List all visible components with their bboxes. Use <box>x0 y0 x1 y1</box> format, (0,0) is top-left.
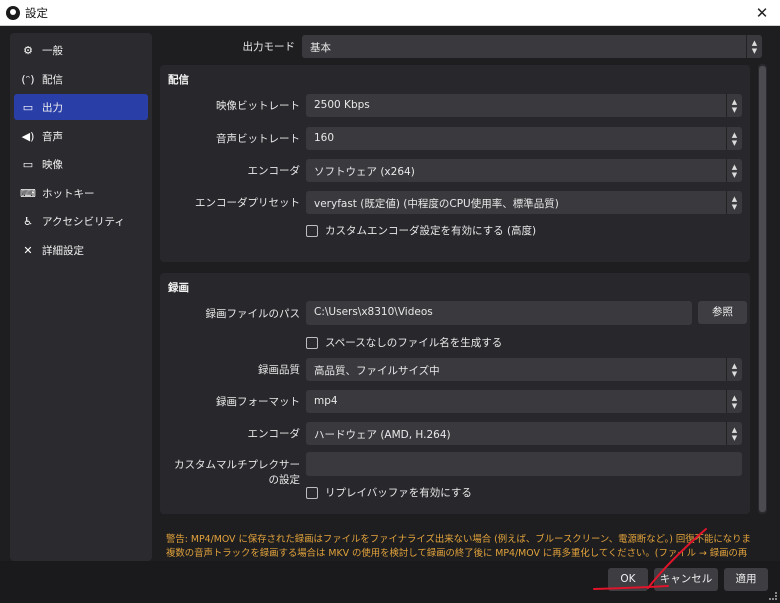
custom-muxer-label: カスタムマルチプレクサーの設定 <box>174 459 300 486</box>
recording-format-label: 録画フォーマット <box>216 396 300 408</box>
recording-group-title: 録画 <box>168 282 189 294</box>
video-bitrate-label: 映像ビットレート <box>216 100 300 112</box>
output-icon: ▭ <box>22 100 34 114</box>
accessibility-icon: ♿ <box>23 214 33 228</box>
speaker-icon: ◀) <box>21 129 35 143</box>
recording-path-label: 録画ファイルのパス <box>205 308 301 320</box>
sidebar-item-label: ホットキー <box>42 187 95 200</box>
sidebar-item-accessibility[interactable]: ♿ アクセシビリティ <box>14 208 148 234</box>
chevron-updown-icon: ▲ ▼ <box>746 35 762 58</box>
sidebar-item-audio[interactable]: ◀) 音声 <box>14 123 148 149</box>
spin-arrows-icon[interactable]: ▲ ▼ <box>726 94 742 117</box>
warning-line-2: 複数の音声トラックを録画する場合は MKV の使用を検討して録画の終了後に MP… <box>166 548 748 559</box>
sidebar-item-label: 音声 <box>42 130 63 143</box>
sidebar-item-hotkeys[interactable]: ⌨ ホットキー <box>14 180 148 206</box>
stream-encoder-value: ソフトウェア (x264) <box>314 166 415 178</box>
chevron-updown-icon: ▲ ▼ <box>726 159 742 182</box>
obs-logo-icon <box>6 6 20 20</box>
recording-format-select[interactable]: mp4 ▲ ▼ <box>306 390 742 413</box>
custom-encoder-checkbox[interactable]: カスタムエンコーダ設定を有効にする (高度) <box>306 223 536 238</box>
encoder-preset-value: veryfast (既定値) (中程度のCPU使用率、標準品質) <box>314 198 559 210</box>
sidebar-item-label: アクセシビリティ <box>42 215 125 228</box>
recording-path-value: C:\Users\x8310\Videos <box>314 306 433 318</box>
output-mode-label: 出力モード <box>242 41 296 53</box>
content-scrollbar[interactable] <box>758 64 767 514</box>
streaming-group-title: 配信 <box>168 74 189 86</box>
sidebar-item-label: 一般 <box>42 44 63 57</box>
audio-bitrate-select[interactable]: 160 ▲ ▼ <box>306 127 742 150</box>
no-space-filename-checkbox-label: スペースなしのファイル名を生成する <box>325 337 503 349</box>
chevron-updown-icon: ▲ ▼ <box>726 422 742 445</box>
keyboard-icon: ⌨ <box>20 186 36 200</box>
sidebar-item-label: 映像 <box>42 158 63 171</box>
no-space-filename-checkbox[interactable]: スペースなしのファイル名を生成する <box>306 335 502 350</box>
sidebar-item-label: 出力 <box>42 101 63 114</box>
sidebar-item-output[interactable]: ▭ 出力 <box>14 94 148 120</box>
browse-button[interactable]: 参照 <box>698 301 747 324</box>
video-bitrate-spinbox[interactable]: 2500 Kbps ▲ ▼ <box>306 94 742 117</box>
settings-sidebar: ⚙ 一般 (ᵔ) 配信 ▭ 出力 ◀) 音声 ▭ 映像 ⌨ ホットキー ♿ アク… <box>10 33 152 561</box>
audio-bitrate-label: 音声ビットレート <box>216 133 300 145</box>
mp4-warning-text: 警告: MP4/MOV に保存された録画はファイルをファイナライズ出来ない場合 … <box>166 533 750 561</box>
recording-encoder-select[interactable]: ハードウェア (AMD, H.264) ▲ ▼ <box>306 422 742 445</box>
recording-encoder-value: ハードウェア (AMD, H.264) <box>314 429 451 441</box>
wrench-icon: ✕ <box>23 243 33 257</box>
replay-buffer-checkbox[interactable]: リプレイバッファを有効にする <box>306 485 472 500</box>
sidebar-item-label: 詳細設定 <box>42 244 84 257</box>
warning-line-1: 警告: MP4/MOV に保存された録画はファイルをファイナライズ出来ない場合 … <box>166 534 750 545</box>
broadcast-icon: (ᵔ) <box>21 72 35 86</box>
recording-encoder-label: エンコーダ <box>247 428 301 440</box>
chevron-updown-icon: ▲ ▼ <box>726 358 742 381</box>
replay-buffer-checkbox-label: リプレイバッファを有効にする <box>325 487 472 499</box>
audio-bitrate-value: 160 <box>314 132 335 144</box>
recording-quality-value: 高品質、ファイルサイズ中 <box>314 365 440 377</box>
chevron-updown-icon: ▲ ▼ <box>726 127 742 150</box>
resize-grip-icon[interactable] <box>769 592 777 600</box>
sidebar-item-video[interactable]: ▭ 映像 <box>14 151 148 177</box>
sidebar-item-label: 配信 <box>42 73 63 86</box>
checkbox-box[interactable] <box>306 336 318 349</box>
sidebar-item-stream[interactable]: (ᵔ) 配信 <box>14 66 148 92</box>
cancel-button[interactable]: キャンセル <box>654 568 718 591</box>
chevron-updown-icon: ▲ ▼ <box>726 390 742 413</box>
monitor-icon: ▭ <box>22 157 34 171</box>
video-bitrate-value: 2500 Kbps <box>314 99 370 111</box>
recording-quality-label: 録画品質 <box>258 364 300 376</box>
close-icon[interactable]: ✕ <box>744 0 780 26</box>
scrollbar-thumb[interactable] <box>759 66 766 512</box>
output-mode-value: 基本 <box>310 42 331 54</box>
window-title: 設定 <box>25 6 48 20</box>
chevron-updown-icon: ▲ ▼ <box>726 191 742 214</box>
output-mode-select[interactable]: 基本 ▲ ▼ <box>302 35 762 58</box>
recording-format-value: mp4 <box>314 395 338 407</box>
stream-encoder-select[interactable]: ソフトウェア (x264) ▲ ▼ <box>306 159 742 182</box>
recording-path-input[interactable]: C:\Users\x8310\Videos <box>306 301 692 325</box>
gear-icon: ⚙ <box>23 43 33 57</box>
stream-encoder-label: エンコーダ <box>247 165 301 177</box>
sidebar-item-advanced[interactable]: ✕ 詳細設定 <box>14 237 148 263</box>
custom-muxer-input[interactable] <box>306 452 742 476</box>
sidebar-item-general[interactable]: ⚙ 一般 <box>14 37 148 63</box>
checkbox-box[interactable] <box>306 486 318 499</box>
recording-quality-select[interactable]: 高品質、ファイルサイズ中 ▲ ▼ <box>306 358 742 381</box>
checkbox-box[interactable] <box>306 224 318 237</box>
custom-encoder-checkbox-label: カスタムエンコーダ設定を有効にする (高度) <box>325 225 537 237</box>
encoder-preset-label: エンコーダプリセット <box>195 197 300 209</box>
encoder-preset-select[interactable]: veryfast (既定値) (中程度のCPU使用率、標準品質) ▲ ▼ <box>306 191 742 214</box>
window-titlebar: 設定 ✕ <box>0 0 780 26</box>
ok-button[interactable]: OK <box>608 568 648 591</box>
apply-button[interactable]: 適用 <box>724 568 768 591</box>
